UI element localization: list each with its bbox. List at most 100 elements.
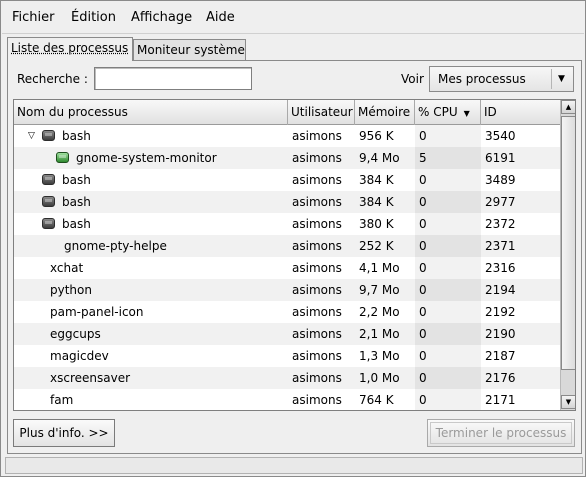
cell-user: asimons bbox=[292, 305, 342, 319]
cell-memory: 252 K bbox=[359, 239, 394, 253]
cell-memory: 9,7 Mo bbox=[359, 283, 400, 297]
cell-cpu: 0 bbox=[415, 367, 481, 389]
table-row[interactable]: xchat asimons 4,1 Mo 0 2316 bbox=[14, 257, 560, 279]
table-row[interactable]: eggcups asimons 2,1 Mo 0 2190 bbox=[14, 323, 560, 345]
expander-triangle-icon[interactable]: ▽ bbox=[28, 125, 35, 147]
cell-cpu: 0 bbox=[415, 191, 481, 213]
cell-name: bash bbox=[62, 195, 91, 209]
cell-memory: 1,0 Mo bbox=[359, 371, 400, 385]
table-row[interactable]: bash asimons 384 K 0 3489 bbox=[14, 169, 560, 191]
table-row[interactable]: gnome-pty-helpe asimons 252 K 0 2371 bbox=[14, 235, 560, 257]
table-row[interactable]: bash asimons 384 K 0 2977 bbox=[14, 191, 560, 213]
column-user-label: Utilisateur bbox=[291, 105, 353, 119]
table-row[interactable]: xscreensaver asimons 1,0 Mo 0 2176 bbox=[14, 367, 560, 389]
cell-id: 2372 bbox=[485, 217, 516, 231]
cell-name: magicdev bbox=[50, 349, 109, 363]
table-row[interactable]: fam asimons 764 K 0 2171 bbox=[14, 389, 560, 410]
column-header-cpu[interactable]: % CPU ▼ bbox=[415, 100, 481, 125]
menu-help[interactable]: Aide bbox=[206, 10, 235, 25]
cell-user: asimons bbox=[292, 195, 342, 209]
cell-id: 2371 bbox=[485, 239, 516, 253]
cell-name: python bbox=[50, 283, 92, 297]
cell-name: xscreensaver bbox=[50, 371, 131, 385]
column-memory-label: Mémoire bbox=[358, 105, 411, 119]
more-info-button[interactable]: Plus d'info. >> bbox=[13, 419, 115, 447]
system-monitor-window: Fichier Édition Affichage Aide Liste des… bbox=[0, 0, 586, 477]
cell-cpu: 0 bbox=[415, 125, 481, 147]
cell-user: asimons bbox=[292, 283, 342, 297]
cell-user: asimons bbox=[292, 393, 342, 407]
table-row[interactable]: bash asimons 380 K 0 2372 bbox=[14, 213, 560, 235]
cell-name: bash bbox=[62, 217, 91, 231]
cell-user: asimons bbox=[292, 151, 342, 165]
status-bar bbox=[5, 457, 583, 474]
table-header: Nom du processus Utilisateur Mémoire % C… bbox=[14, 100, 560, 125]
cell-user: asimons bbox=[292, 173, 342, 187]
column-header-user[interactable]: Utilisateur bbox=[288, 100, 355, 125]
vertical-scrollbar[interactable]: ▲ ▼ bbox=[560, 100, 575, 410]
menu-view[interactable]: Affichage bbox=[131, 10, 192, 25]
cell-memory: 2,2 Mo bbox=[359, 305, 400, 319]
column-header-name[interactable]: Nom du processus bbox=[14, 100, 288, 125]
cell-id: 2187 bbox=[485, 349, 516, 363]
cell-user: asimons bbox=[292, 327, 342, 341]
tab-process-list[interactable]: Liste des processus bbox=[7, 37, 133, 61]
scroll-up-button[interactable]: ▲ bbox=[561, 100, 575, 114]
search-input[interactable] bbox=[94, 67, 252, 90]
table-row[interactable]: python asimons 9,7 Mo 0 2194 bbox=[14, 279, 560, 301]
menubar: Fichier Édition Affichage Aide bbox=[2, 2, 584, 34]
cell-id: 2977 bbox=[485, 195, 516, 209]
terminal-process-icon bbox=[42, 196, 55, 207]
table-row[interactable]: magicdev asimons 1,3 Mo 0 2187 bbox=[14, 345, 560, 367]
column-header-memory[interactable]: Mémoire bbox=[355, 100, 415, 125]
tab-system-monitor[interactable]: Moniteur système bbox=[133, 39, 246, 61]
view-filter-select[interactable]: Mes processus ▼ bbox=[429, 66, 574, 92]
menu-edit[interactable]: Édition bbox=[71, 10, 116, 25]
cell-name: bash bbox=[62, 173, 91, 187]
menu-file[interactable]: Fichier bbox=[12, 10, 55, 25]
terminal-process-icon bbox=[42, 130, 55, 141]
process-list-panel: Recherche : Voir Mes processus ▼ Nom du … bbox=[7, 60, 582, 454]
more-info-label: Plus d'info. >> bbox=[19, 426, 109, 440]
tab-system-monitor-label: Moniteur système bbox=[137, 43, 245, 57]
cell-cpu: 0 bbox=[415, 301, 481, 323]
cell-id: 3540 bbox=[485, 129, 516, 143]
cell-cpu: 0 bbox=[415, 345, 481, 367]
cell-id: 2176 bbox=[485, 371, 516, 385]
table-row[interactable]: ▽ bash asimons 956 K 0 3540 bbox=[14, 125, 560, 147]
cell-cpu: 0 bbox=[415, 279, 481, 301]
cell-id: 6191 bbox=[485, 151, 516, 165]
terminal-process-icon bbox=[42, 218, 55, 229]
cell-memory: 1,3 Mo bbox=[359, 349, 400, 363]
table-body: ▽ bash asimons 956 K 0 3540 gnome-system-monit… bbox=[14, 125, 560, 410]
cell-id: 2190 bbox=[485, 327, 516, 341]
chevron-down-icon: ▼ bbox=[551, 69, 571, 89]
cell-memory: 4,1 Mo bbox=[359, 261, 400, 275]
cell-cpu: 5 bbox=[415, 147, 481, 169]
scrollbar-thumb[interactable] bbox=[561, 116, 575, 370]
table-row[interactable]: gnome-system-monitor asimons 9,4 Mo 5 6191 bbox=[14, 147, 560, 169]
search-label: Recherche : bbox=[17, 72, 88, 86]
scroll-down-button[interactable]: ▼ bbox=[561, 395, 575, 409]
column-header-id[interactable]: ID bbox=[481, 100, 560, 125]
tab-process-list-label: Liste des processus bbox=[11, 41, 129, 55]
cell-id: 2171 bbox=[485, 393, 516, 407]
cell-memory: 2,1 Mo bbox=[359, 327, 400, 341]
terminal-process-icon bbox=[42, 174, 55, 185]
process-table: Nom du processus Utilisateur Mémoire % C… bbox=[13, 99, 576, 411]
cell-name: xchat bbox=[50, 261, 84, 275]
cell-cpu: 0 bbox=[415, 257, 481, 279]
cell-user: asimons bbox=[292, 239, 342, 253]
cell-memory: 9,4 Mo bbox=[359, 151, 400, 165]
column-cpu-label: % CPU bbox=[418, 105, 458, 119]
cell-user: asimons bbox=[292, 349, 342, 363]
end-process-button[interactable]: Terminer le processus bbox=[427, 419, 575, 447]
cell-memory: 384 K bbox=[359, 195, 394, 209]
cell-id: 2316 bbox=[485, 261, 516, 275]
cell-cpu: 0 bbox=[415, 323, 481, 345]
cell-name: pam-panel-icon bbox=[50, 305, 144, 319]
table-row[interactable]: pam-panel-icon asimons 2,2 Mo 0 2192 bbox=[14, 301, 560, 323]
cell-user: asimons bbox=[292, 261, 342, 275]
cell-memory: 764 K bbox=[359, 393, 394, 407]
cell-name: eggcups bbox=[50, 327, 101, 341]
